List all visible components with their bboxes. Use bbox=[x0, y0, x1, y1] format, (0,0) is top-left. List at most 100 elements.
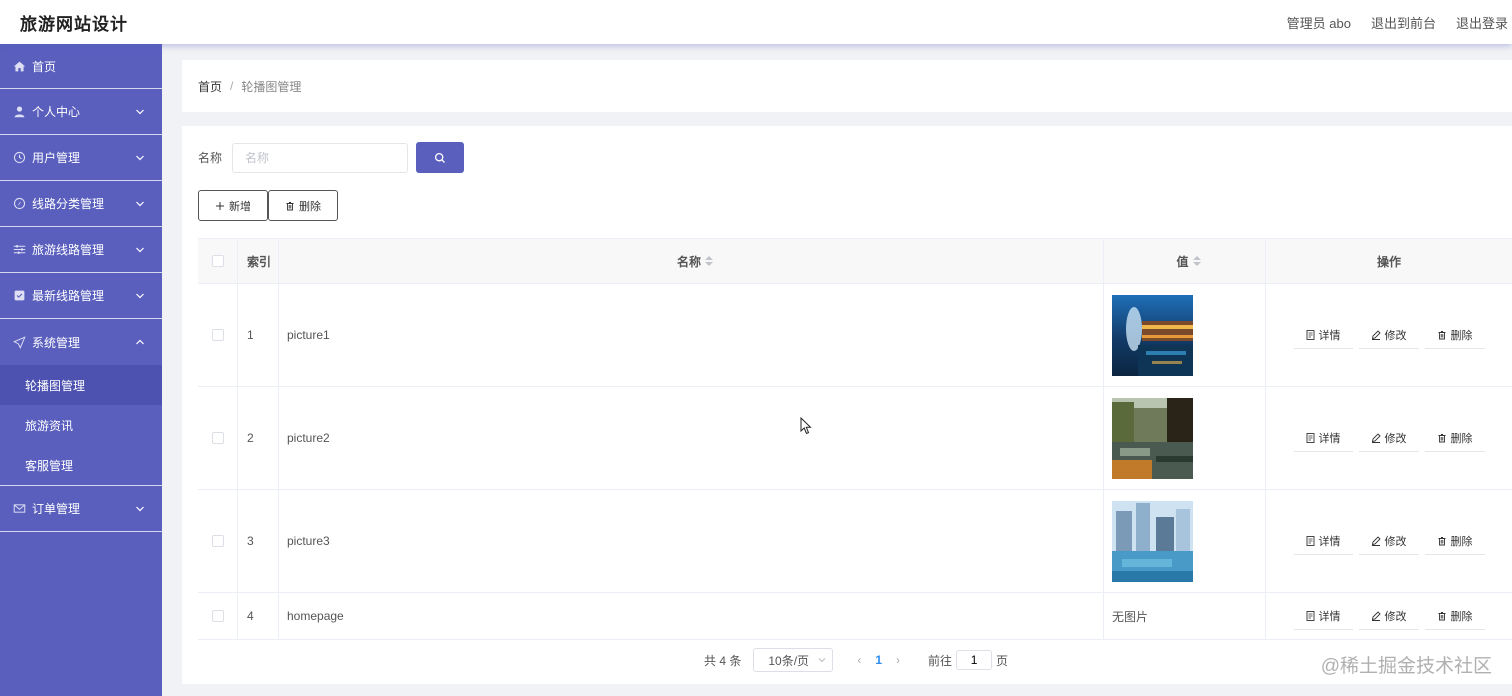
canal-town-photo[interactable] bbox=[1112, 397, 1193, 479]
delete-label: 删除 bbox=[1450, 329, 1473, 342]
row-checkbox[interactable] bbox=[211, 329, 224, 341]
edit-button[interactable]: 修改 bbox=[1358, 322, 1419, 349]
table-row: 4 homepage 无图片 详情 修改 删除 bbox=[198, 593, 1512, 640]
row-index: 4 bbox=[238, 593, 279, 639]
table-row: 2 picture2 详情 修改 删除 bbox=[198, 387, 1512, 490]
trash-icon bbox=[1437, 330, 1447, 340]
row-index: 3 bbox=[238, 490, 279, 592]
breadcrumb: 首页 / 轮播图管理 bbox=[182, 60, 1512, 112]
detail-label: 详情 bbox=[1318, 432, 1341, 445]
detail-button[interactable]: 详情 bbox=[1293, 528, 1353, 555]
row-index: 1 bbox=[238, 284, 279, 386]
edit-button[interactable]: 修改 bbox=[1358, 528, 1419, 555]
add-button[interactable]: 新增 bbox=[198, 190, 268, 221]
sidebar-item-label: 用户管理 bbox=[32, 151, 81, 165]
sidebar-item-latest-route[interactable]: 最新线路管理 bbox=[0, 273, 162, 319]
table-row: 3 picture3 详情 修改 删除 bbox=[198, 490, 1512, 593]
trash-icon bbox=[1437, 433, 1447, 443]
compass-icon bbox=[12, 197, 26, 211]
sidebar-item-personal-center[interactable]: 个人中心 bbox=[0, 89, 162, 135]
send-icon bbox=[12, 335, 26, 349]
add-button-label: 新增 bbox=[229, 200, 251, 213]
batch-delete-button[interactable]: 删除 bbox=[268, 190, 338, 221]
sidebar-item-label: 系统管理 bbox=[32, 335, 81, 350]
carousel-table: 索引 名称 值 操作 1 picture1 详情 修改 删除 2 picture… bbox=[198, 238, 1512, 640]
detail-button[interactable]: 详情 bbox=[1293, 425, 1353, 452]
main-panel: 名称 新增 删除 索引 名称 值 操作 1 picture1 bbox=[182, 126, 1512, 684]
row-checkbox-cell bbox=[198, 284, 238, 386]
edit-button[interactable]: 修改 bbox=[1358, 425, 1419, 452]
mail-icon bbox=[12, 502, 26, 516]
clock-icon bbox=[12, 151, 26, 165]
detail-button[interactable]: 详情 bbox=[1293, 603, 1353, 630]
document-icon bbox=[1306, 432, 1315, 443]
logout-link[interactable]: 退出登录 bbox=[1456, 13, 1508, 32]
goto-page-input[interactable] bbox=[956, 650, 993, 670]
page-size-select[interactable]: 10条/页 bbox=[753, 648, 834, 672]
next-page-button[interactable]: › bbox=[896, 653, 900, 667]
column-header-index: 索引 bbox=[238, 239, 279, 283]
header-checkbox-cell bbox=[198, 239, 238, 283]
search-bar: 名称 bbox=[198, 142, 465, 173]
sidebar-subitem-carousel[interactable]: 轮播图管理 bbox=[0, 365, 162, 405]
select-all-checkbox[interactable] bbox=[211, 255, 224, 267]
city-waterfront-photo[interactable] bbox=[1112, 500, 1193, 582]
row-index: 2 bbox=[238, 387, 279, 489]
sidebar-subitem-customer-service[interactable]: 客服管理 bbox=[0, 445, 162, 485]
chevron-down-icon bbox=[136, 155, 144, 160]
prev-page-button[interactable]: ‹ bbox=[857, 653, 861, 667]
sidebar-item-label: 最新线路管理 bbox=[32, 289, 105, 303]
breadcrumb-home[interactable]: 首页 bbox=[198, 78, 222, 95]
row-value: 无图片 bbox=[1104, 593, 1266, 639]
chevron-down-icon bbox=[136, 109, 144, 114]
column-header-value[interactable]: 值 bbox=[1104, 239, 1266, 283]
chevron-down-icon bbox=[136, 506, 144, 511]
detail-label: 详情 bbox=[1318, 535, 1341, 548]
search-input[interactable] bbox=[232, 142, 409, 173]
column-header-name[interactable]: 名称 bbox=[279, 239, 1104, 283]
table-row: 1 picture1 详情 修改 删除 bbox=[198, 284, 1512, 387]
delete-label: 删除 bbox=[1450, 432, 1473, 445]
sidebar-subitem-travel-news[interactable]: 旅游资讯 bbox=[0, 405, 162, 445]
pencil-icon bbox=[1371, 432, 1381, 443]
table-header: 索引 名称 值 操作 bbox=[198, 239, 1512, 284]
sidebar-item-label: 首页 bbox=[32, 59, 57, 74]
chevron-up-icon bbox=[136, 339, 144, 345]
site-title: 旅游网站设计 bbox=[20, 14, 128, 34]
sidebar-item-travel-route[interactable]: 旅游线路管理 bbox=[0, 227, 162, 273]
delete-button[interactable]: 删除 bbox=[1424, 322, 1485, 349]
night-pool-photo[interactable] bbox=[1112, 294, 1193, 376]
row-actions: 详情 修改 删除 bbox=[1266, 284, 1512, 386]
sidebar-item-order-management[interactable]: 订单管理 bbox=[0, 486, 162, 532]
edit-label: 修改 bbox=[1384, 610, 1407, 623]
delete-button[interactable]: 删除 bbox=[1424, 528, 1485, 555]
row-actions: 详情 修改 删除 bbox=[1266, 593, 1512, 639]
edit-button[interactable]: 修改 bbox=[1358, 603, 1419, 630]
row-checkbox[interactable] bbox=[211, 535, 224, 547]
delete-button[interactable]: 删除 bbox=[1424, 425, 1485, 452]
row-value bbox=[1104, 387, 1266, 489]
detail-button[interactable]: 详情 bbox=[1293, 322, 1353, 349]
sort-icon bbox=[705, 256, 713, 266]
sidebar-item-user-management[interactable]: 用户管理 bbox=[0, 135, 162, 181]
page-number-current[interactable]: 1 bbox=[875, 653, 882, 667]
row-checkbox[interactable] bbox=[211, 610, 224, 622]
edit-label: 修改 bbox=[1384, 432, 1407, 445]
column-header-actions: 操作 bbox=[1376, 254, 1401, 269]
toolbar: 新增 删除 bbox=[198, 190, 338, 221]
system-submenu: 轮播图管理 旅游资讯 客服管理 bbox=[0, 365, 162, 486]
delete-button[interactable]: 删除 bbox=[1424, 603, 1485, 630]
sidebar-item-system-management[interactable]: 系统管理 bbox=[0, 319, 162, 365]
home-icon bbox=[12, 59, 26, 73]
sidebar-item-home[interactable]: 首页 bbox=[0, 44, 162, 89]
detail-label: 详情 bbox=[1318, 610, 1341, 623]
back-to-front-link[interactable]: 退出到前台 bbox=[1371, 13, 1436, 32]
delete-button-label: 删除 bbox=[299, 200, 321, 213]
sidebar-item-route-category[interactable]: 线路分类管理 bbox=[0, 181, 162, 227]
search-button[interactable] bbox=[416, 142, 465, 173]
pagination: 共 4 条 10条/页 ‹ 1 › 前往 页 bbox=[704, 648, 1008, 672]
search-label: 名称 bbox=[198, 151, 223, 165]
row-checkbox[interactable] bbox=[211, 432, 224, 444]
detail-label: 详情 bbox=[1318, 329, 1341, 342]
row-checkbox-cell bbox=[198, 387, 238, 489]
